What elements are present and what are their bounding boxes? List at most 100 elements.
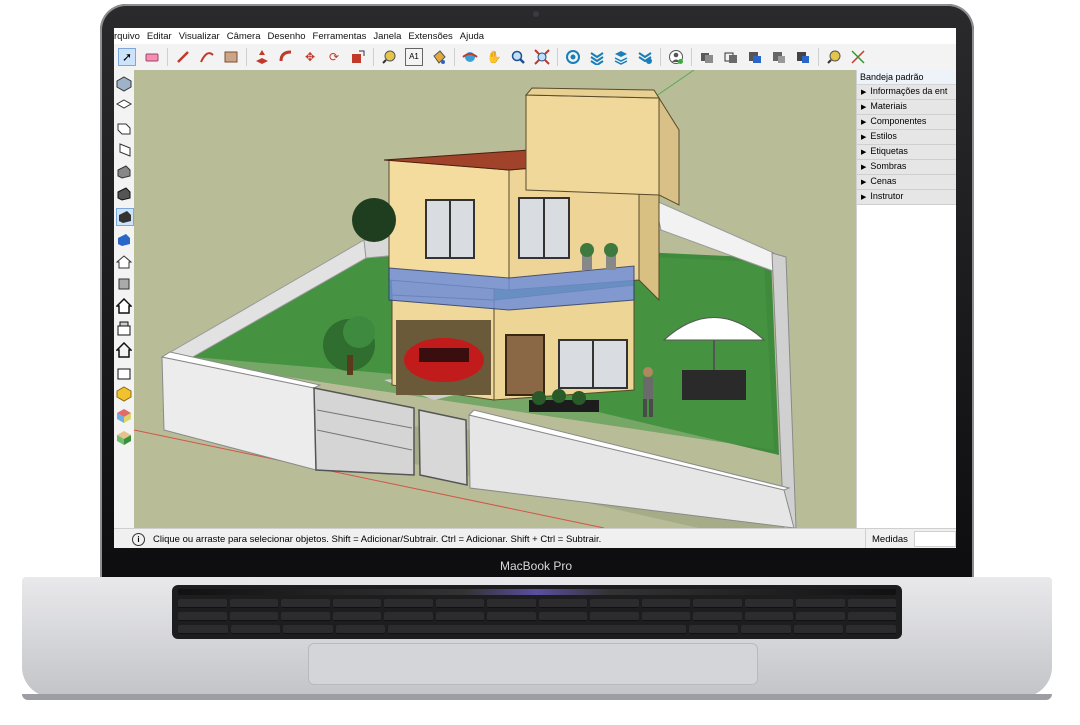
cube-yellow-icon[interactable] [116,386,132,402]
measures-label: Medidas [872,533,908,545]
menu-extensoes[interactable]: Extensões [408,31,452,42]
extension-warehouse-icon[interactable] [589,49,605,65]
house-icon[interactable] [116,298,132,314]
toolbar-separator [660,48,661,66]
toolbar-separator [691,48,692,66]
front-view-icon[interactable] [116,120,132,136]
menu-bar: rquivo Editar Visualizar Câmera Desenho … [114,28,956,44]
toolbar-separator [557,48,558,66]
pan-icon[interactable]: ✋ [486,49,502,65]
house-outline-icon[interactable] [116,342,132,358]
laptop-base-edge [22,694,1052,700]
cube-green-icon[interactable] [116,430,132,446]
status-bar: i Clique ou arraste para selecionar obje… [114,528,956,548]
tray-item-components[interactable]: ▶ Componentes [857,115,956,130]
tray-item-instructor[interactable]: ▶ Instrutor [857,190,956,205]
toolbar-separator [818,48,819,66]
expand-arrow-icon: ▶ [861,149,867,156]
iso-view-icon[interactable] [116,76,132,92]
follow-me-icon[interactable] [278,49,294,65]
tray-item-label: Materiais [870,101,907,111]
solid-subtract-icon[interactable] [723,49,739,65]
scale-icon[interactable] [350,49,366,65]
move-icon[interactable]: ✥ [302,49,318,65]
orbit-icon[interactable] [462,49,478,65]
trackpad [308,643,758,685]
tray-item-label: Etiquetas [870,146,908,156]
push-pull-icon[interactable] [254,49,270,65]
tray-item-label: Sombras [870,161,907,171]
tray-item-label: Informações da ent [870,86,948,96]
tape-measure-icon[interactable] [381,49,397,65]
rotate-icon[interactable]: ⟳ [326,49,342,65]
default-tray: Bandeja padrão ▶ Informações da ent ▶ Mate… [856,70,956,528]
solid-trim-icon[interactable] [771,49,787,65]
warehouse-icon[interactable] [565,49,581,65]
expand-arrow-icon: ▶ [861,89,867,96]
tray-item-scenes[interactable]: ▶ Cenas [857,175,956,190]
zoom-extents-icon[interactable] [534,49,550,65]
layout-icon[interactable] [613,49,629,65]
info-icon[interactable]: i [132,532,145,546]
zoom-icon[interactable] [510,49,526,65]
expand-arrow-icon: ▶ [861,194,867,201]
textured-icon[interactable] [116,232,132,248]
menu-editar[interactable]: Editar [147,31,172,42]
select-icon[interactable]: ➚ [118,48,136,66]
tray-item-materials[interactable]: ▶ Materiais [857,100,956,115]
send-to-layout-icon[interactable] [637,49,653,65]
text-icon[interactable]: A1 [405,48,423,66]
expand-arrow-icon: ▶ [861,104,867,111]
rectangle-icon[interactable] [223,49,239,65]
menu-ferramentas[interactable]: Ferramentas [313,31,367,42]
menu-desenho[interactable]: Desenho [268,31,306,42]
model-viewport[interactable] [134,70,856,528]
tray-item-entity-info[interactable]: ▶ Informações da ent [857,85,956,100]
tray-item-styles[interactable]: ▶ Estilos [857,130,956,145]
laptop-base [22,577,1052,697]
expand-arrow-icon: ▶ [861,134,867,141]
toolbar-separator [246,48,247,66]
component-icon[interactable] [116,276,132,292]
screen: rquivo Editar Visualizar Câmera Desenho … [114,28,956,548]
expand-arrow-icon: ▶ [861,179,867,186]
top-view-icon[interactable] [116,98,132,114]
expand-arrow-icon: ▶ [861,164,867,171]
solid-intersect-icon[interactable] [747,49,763,65]
touch-bar [178,589,896,595]
menu-janela[interactable]: Janela [373,31,401,42]
toolbar-separator [373,48,374,66]
solid-split-icon[interactable] [795,49,811,65]
arc-icon[interactable] [199,49,215,65]
menu-arquivo[interactable]: rquivo [114,31,140,42]
tray-item-label: Instrutor [870,191,904,201]
menu-ajuda[interactable]: Ajuda [460,31,484,42]
measurements-box: Medidas [865,529,956,548]
status-hint: Clique ou arraste para selecionar objeto… [153,533,602,545]
section-plane-icon[interactable] [826,49,842,65]
eraser-icon[interactable] [144,49,160,65]
warehouse-model-icon[interactable] [116,254,132,270]
tray-item-tags[interactable]: ▶ Etiquetas [857,145,956,160]
measures-input[interactable] [913,531,956,547]
shaded-icon[interactable] [116,208,134,226]
main-toolbar: ➚ ✥ ⟳ A1 ✋ [114,44,956,71]
menu-visualizar[interactable]: Visualizar [179,31,220,42]
right-view-icon[interactable] [116,142,132,158]
account-icon[interactable] [668,49,684,65]
cube-multicolor-icon[interactable] [116,408,132,424]
tray-item-shadows[interactable]: ▶ Sombras [857,160,956,175]
pencil-icon[interactable] [175,49,191,65]
house-front-icon[interactable] [116,320,132,336]
house-base-icon[interactable] [116,364,132,380]
paint-bucket-icon[interactable] [431,49,447,65]
webcam [533,11,539,17]
back-view-icon[interactable] [116,164,132,180]
axes-icon[interactable] [850,49,866,65]
tray-item-label: Cenas [870,176,897,186]
menu-camera[interactable]: Câmera [227,31,261,42]
xray-icon[interactable] [116,186,132,202]
solid-union-icon[interactable] [699,49,715,65]
views-toolbar [114,70,135,528]
toolbar-separator [167,48,168,66]
